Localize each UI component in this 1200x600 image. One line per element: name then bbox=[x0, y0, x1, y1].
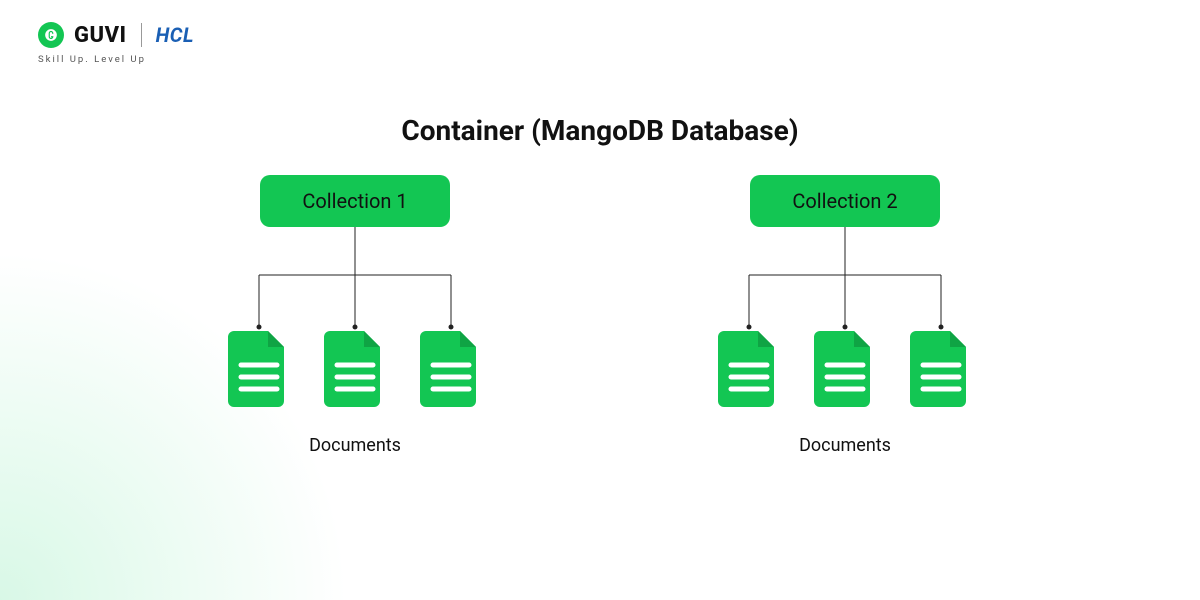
document-icon bbox=[814, 331, 876, 407]
collection-group-2: Collection 2 bbox=[705, 175, 985, 456]
document-icon bbox=[324, 331, 386, 407]
documents-label-1: Documents bbox=[309, 435, 401, 456]
guvi-logo-text: GUVI bbox=[74, 23, 127, 48]
document-icon bbox=[718, 331, 780, 407]
logo-divider bbox=[141, 23, 142, 47]
diagram-title: Container (MangoDB Database) bbox=[0, 114, 1200, 147]
guvi-badge-icon bbox=[38, 22, 64, 48]
documents-row-2 bbox=[718, 331, 972, 407]
logo-row: GUVI HCL bbox=[38, 22, 194, 48]
diagram-row: Collection 1 bbox=[0, 175, 1200, 456]
documents-row-1 bbox=[228, 331, 482, 407]
collection-box-2: Collection 2 bbox=[750, 175, 939, 227]
connector-lines-icon bbox=[215, 227, 495, 337]
connector-lines-icon bbox=[705, 227, 985, 337]
document-icon bbox=[910, 331, 972, 407]
document-icon bbox=[228, 331, 290, 407]
collection-box-1: Collection 1 bbox=[260, 175, 449, 227]
documents-label-2: Documents bbox=[799, 435, 891, 456]
collection-group-1: Collection 1 bbox=[215, 175, 495, 456]
logo-area: GUVI HCL Skill Up. Level Up bbox=[38, 22, 194, 65]
document-icon bbox=[420, 331, 482, 407]
hcl-logo-text: HCL bbox=[156, 23, 194, 47]
tagline-text: Skill Up. Level Up bbox=[38, 54, 194, 65]
